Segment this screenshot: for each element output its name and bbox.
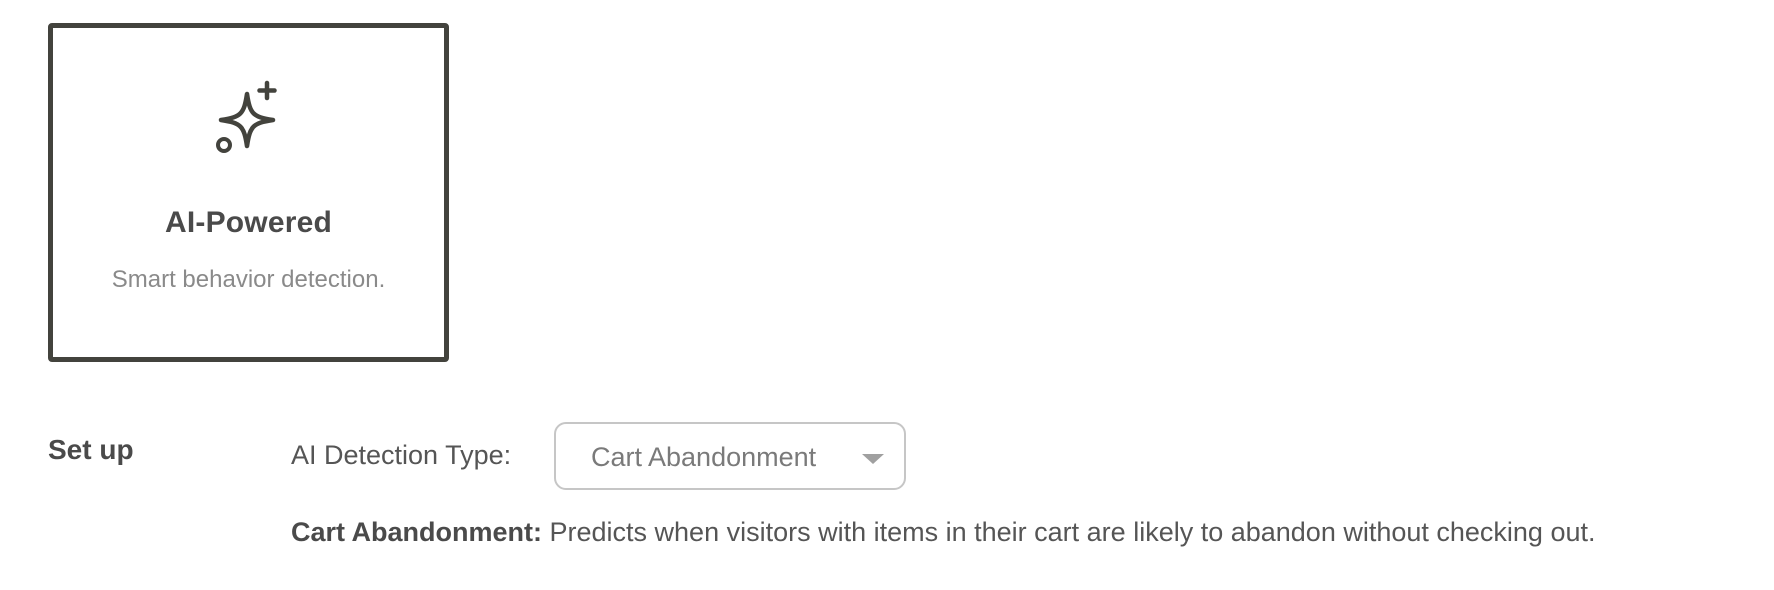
setup-section-label: Set up <box>48 434 134 465</box>
chevron-down-icon <box>862 454 884 464</box>
detection-type-selected-value: Cart Abandonment <box>591 442 817 472</box>
detection-type-label: AI Detection Type: <box>291 440 512 470</box>
detection-type-help-text: Cart Abandonment: Predicts when visitors… <box>291 517 1596 548</box>
help-term: Cart Abandonment: <box>291 517 542 547</box>
card-description: Smart behavior detection. <box>111 266 386 293</box>
detection-type-select[interactable]: Cart Abandonment <box>554 422 906 490</box>
sparkles-icon <box>216 80 277 153</box>
ai-powered-option-card[interactable]: AI-Powered Smart behavior detection. <box>48 23 449 362</box>
card-title: AI-Powered <box>164 206 333 239</box>
help-description: Predicts when visitors with items in the… <box>542 517 1596 547</box>
page: AI-Powered Smart behavior detection. Set… <box>0 0 1774 590</box>
